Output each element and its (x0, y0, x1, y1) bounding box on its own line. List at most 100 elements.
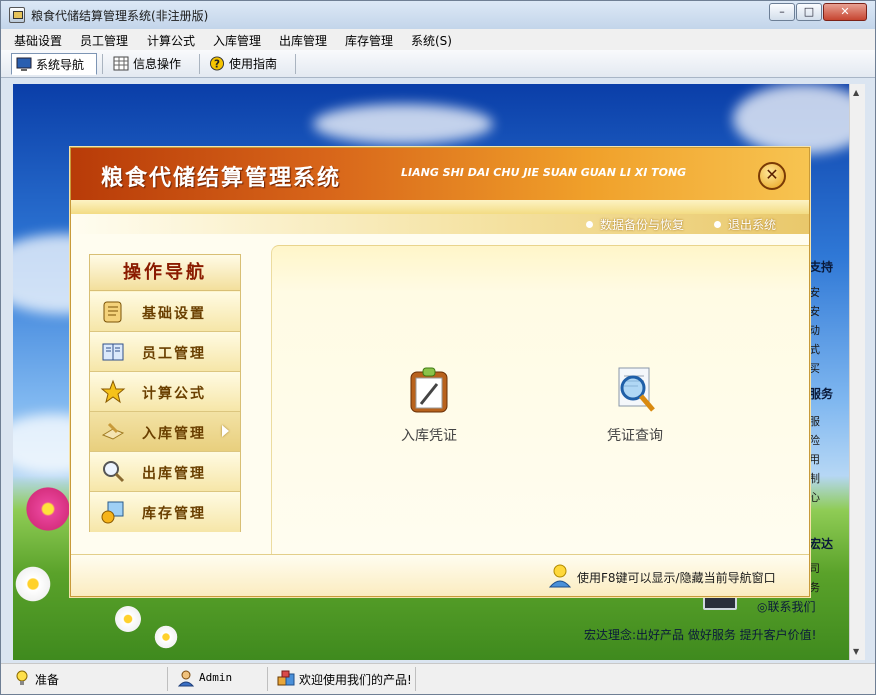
backup-restore-link[interactable]: 数据备份与恢复 (586, 216, 684, 233)
inbound-voucher-button[interactable]: 入库凭证 (369, 366, 489, 445)
nav-item-formula[interactable]: 计算公式 (90, 372, 240, 412)
search-document-icon (618, 367, 655, 412)
toolbar-separator (295, 54, 296, 74)
ad-text: 制 (809, 472, 820, 485)
tab-info-operation[interactable]: 信息操作 (109, 53, 195, 75)
nav-item-label: 出库管理 (142, 466, 206, 482)
ad-heading: 服务 (809, 387, 834, 401)
operation-nav-panel: 操作导航 基础设置 员工管理 计算公式 入库管理 出库管理 库存管理 (89, 254, 241, 532)
ad-text: 安 (809, 305, 820, 318)
close-button[interactable]: ✕ (823, 3, 867, 21)
dialog-close-button[interactable]: ✕ (758, 162, 786, 190)
tab-label: 使用指南 (229, 57, 278, 71)
ad-text: 式 (809, 343, 820, 356)
scroll-down-icon[interactable]: ▼ (853, 647, 859, 656)
lightbulb-user-icon (548, 564, 572, 588)
window-title: 粮食代储结算管理系统(非注册版) (31, 9, 209, 23)
ad-text: 用 (809, 453, 820, 466)
help-icon: ? (209, 56, 225, 71)
status-separator (415, 667, 416, 691)
tab-label: 信息操作 (133, 57, 182, 71)
menu-basic-settings[interactable]: 基础设置 (14, 32, 62, 49)
contact-link[interactable]: ◎联系我们 (757, 598, 816, 615)
nav-item-label: 库存管理 (142, 506, 206, 522)
book-icon (102, 343, 124, 361)
stock-icon (101, 501, 124, 524)
voucher-query-button[interactable]: 凭证查询 (575, 366, 695, 445)
clipboard-icon (410, 367, 448, 413)
ad-text: 险 (809, 434, 820, 447)
nav-item-label: 计算公式 (142, 386, 206, 402)
nav-item-outbound[interactable]: 出库管理 (90, 452, 240, 492)
tab-system-navigation[interactable]: 系统导航 (11, 53, 97, 75)
star-icon (100, 379, 126, 404)
flower-image (153, 624, 179, 650)
nav-item-staff[interactable]: 员工管理 (90, 332, 240, 372)
function-label: 入库凭证 (401, 428, 457, 444)
status-user: Admin (175, 670, 233, 687)
cloud (733, 84, 849, 154)
navigation-dialog: 粮食代储结算管理系统 LIANG SHI DAI CHU JIE SUAN GU… (70, 147, 810, 597)
ad-text: 司 (809, 562, 820, 575)
ad-heading: 支持 (809, 260, 834, 274)
nav-item-label: 入库管理 (142, 426, 206, 442)
company-motto: 宏达理念:出好产品 做好服务 提升客户价值! (584, 628, 817, 642)
status-welcome: 欢迎使用我们的产品! (275, 670, 412, 688)
svg-text:?: ? (214, 58, 220, 70)
nav-item-stock[interactable]: 库存管理 (90, 492, 240, 532)
menu-formula[interactable]: 计算公式 (147, 32, 195, 49)
ad-text: 服 (809, 415, 820, 428)
status-user-label: Admin (199, 671, 233, 684)
ad-text: 动 (809, 324, 820, 337)
dialog-link-bar: 数据备份与恢复 退出系统 (71, 214, 809, 234)
nav-item-inbound[interactable]: 入库管理 (90, 412, 240, 452)
menu-system[interactable]: 系统(S) (411, 32, 452, 49)
ad-heading: 宏达 (809, 537, 834, 551)
toolbar: 系统导航 信息操作 ? 使用指南 (1, 50, 875, 78)
nav-item-basic-settings[interactable]: 基础设置 (90, 292, 240, 332)
status-separator (267, 667, 268, 691)
status-ready-label: 准备 (35, 673, 60, 687)
minimize-button[interactable]: – (769, 3, 795, 21)
f8-hint-text: 使用F8键可以显示/隐藏当前导航窗口 (577, 571, 776, 585)
dialog-footer: 使用F8键可以显示/隐藏当前导航窗口 (71, 554, 809, 596)
nav-item-label: 基础设置 (142, 306, 206, 322)
scroll-icon (103, 301, 122, 323)
dialog-header: 粮食代储结算管理系统 LIANG SHI DAI CHU JIE SUAN GU… (71, 148, 809, 200)
ad-text: 安 (809, 286, 820, 299)
tab-user-guide[interactable]: ? 使用指南 (205, 53, 291, 75)
title-bar: 粮食代储结算管理系统(非注册版) – □ ✕ (1, 1, 875, 29)
magnifier-icon (103, 461, 125, 483)
lightbulb-icon (16, 670, 28, 685)
user-icon (177, 670, 195, 687)
tab-label: 系统导航 (36, 58, 85, 72)
cloud (313, 104, 493, 144)
header-stripe (71, 200, 809, 214)
ad-text: 买 (809, 362, 820, 375)
monitor-icon (16, 57, 32, 71)
scroll-up-icon[interactable]: ▲ (853, 88, 859, 97)
status-separator (167, 667, 168, 691)
exit-system-link[interactable]: 退出系统 (714, 216, 776, 233)
maximize-button[interactable]: □ (796, 3, 822, 21)
chevron-right-icon (222, 425, 229, 437)
boxes-icon (277, 670, 295, 686)
nav-panel-title: 操作导航 (90, 255, 240, 291)
menu-outbound[interactable]: 出库管理 (279, 32, 327, 49)
menu-stock[interactable]: 库存管理 (345, 32, 393, 49)
menu-bar: 基础设置 员工管理 计算公式 入库管理 出库管理 库存管理 系统(S) (1, 29, 875, 50)
app-icon (9, 7, 25, 23)
ad-text: 心 (809, 491, 820, 504)
status-welcome-label: 欢迎使用我们的产品! (299, 673, 412, 687)
menu-inbound[interactable]: 入库管理 (213, 32, 261, 49)
menu-staff[interactable]: 员工管理 (80, 32, 128, 49)
status-bar: 准备 Admin 欢迎使用我们的产品! (1, 663, 875, 694)
status-ready: 准备 (11, 670, 60, 688)
app-window: 粮食代储结算管理系统(非注册版) – □ ✕ 基础设置 员工管理 计算公式 入库… (0, 0, 876, 695)
inbound-icon (101, 422, 125, 440)
nav-item-label: 员工管理 (142, 346, 206, 362)
function-panel: 入库凭证 凭证查询 (271, 245, 809, 555)
flower-image (113, 604, 143, 634)
vertical-scrollbar[interactable]: ▲ ▼ (849, 84, 865, 660)
flower-image (23, 484, 73, 534)
